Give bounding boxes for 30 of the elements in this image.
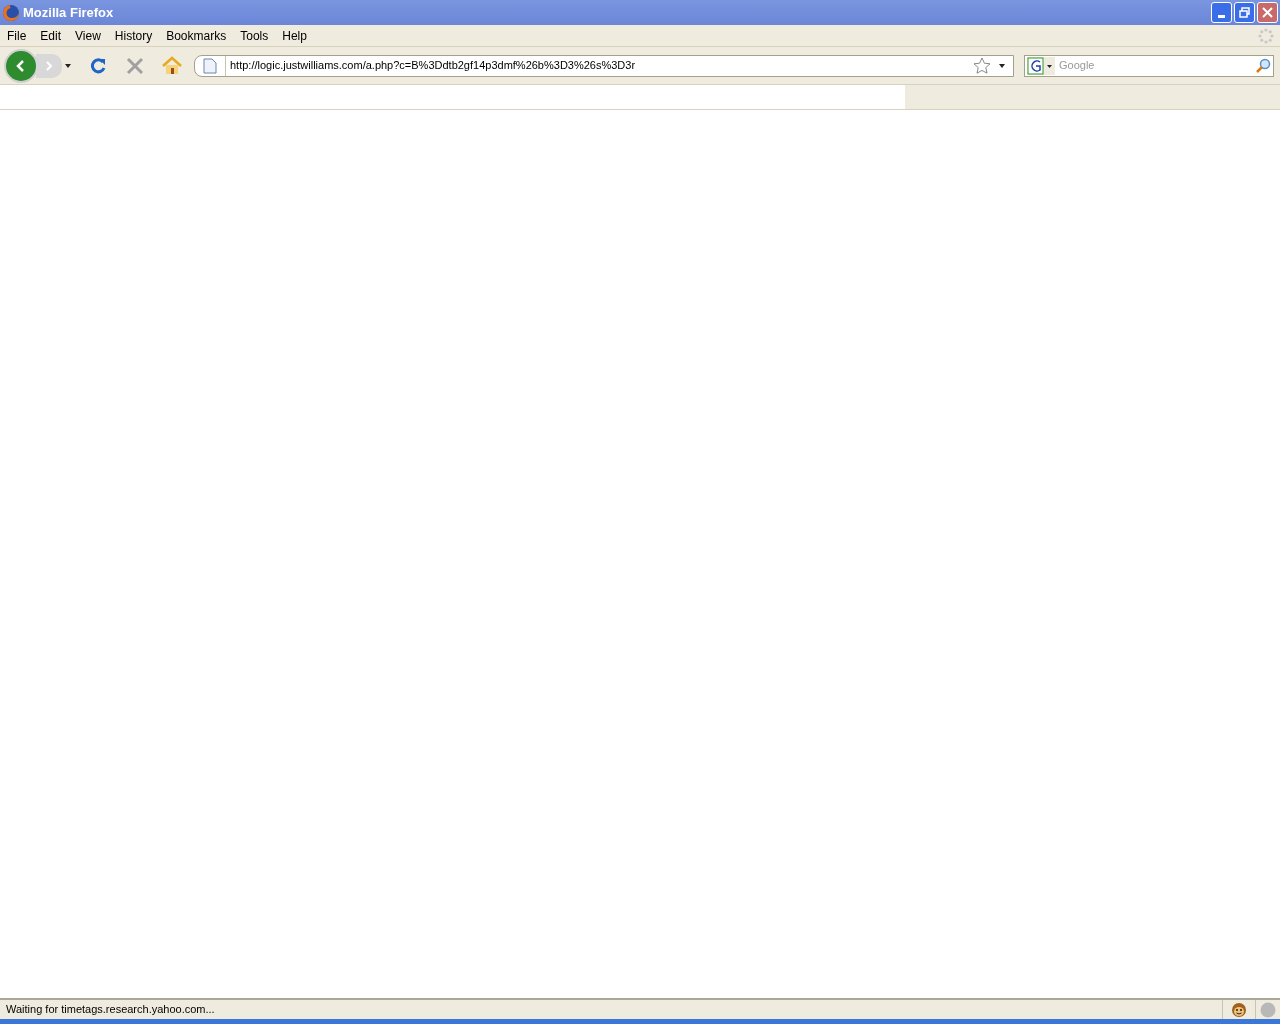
firefox-logo-icon: [2, 3, 20, 22]
close-icon: [1262, 7, 1273, 18]
menu-item[interactable]: Help: [275, 26, 314, 45]
menu-item[interactable]: File: [0, 26, 34, 45]
menu-item[interactable]: View: [68, 26, 108, 45]
star-icon[interactable]: [973, 56, 991, 75]
address-bar[interactable]: http://logic.justwilliams.com/a.php?c=B%3Ddtb2gf14p3dmf%26b%3D3%26s%3D3r: [194, 54, 1014, 77]
menu-item[interactable]: Tools: [233, 26, 276, 45]
menu-item[interactable]: History: [107, 26, 160, 45]
menu-item[interactable]: Bookmarks: [159, 26, 234, 45]
monkey-face-icon[interactable]: [1231, 1001, 1247, 1018]
reload-icon[interactable]: [88, 55, 108, 76]
search-icon[interactable]: [1255, 57, 1271, 74]
window-title: Mozilla Firefox: [23, 3, 114, 22]
restore-icon: [1239, 7, 1250, 18]
history-dropdown-icon[interactable]: [64, 62, 72, 69]
status-text: Waiting for timetags.research.yahoo.com...: [6, 1002, 215, 1018]
search-engine-icon[interactable]: [1027, 56, 1055, 75]
search-bar[interactable]: Google: [1024, 54, 1274, 77]
home-icon[interactable]: [162, 55, 182, 76]
loading-throbber-icon: [1258, 27, 1274, 44]
page-icon: [203, 57, 217, 74]
back-button[interactable]: [4, 48, 38, 83]
restore-button[interactable]: [1234, 2, 1255, 23]
menu-item[interactable]: Edit: [33, 26, 69, 45]
minimize-button[interactable]: [1211, 2, 1232, 23]
url-text: http://logic.justwilliams.com/a.php?c=B%3Ddtb2gf14p3dmf%26b%3D3%26s%3D3r: [230, 58, 636, 74]
close-button[interactable]: [1257, 2, 1278, 23]
dropdown-arrow-icon[interactable]: [999, 63, 1005, 68]
search-input[interactable]: Google: [1059, 57, 1255, 74]
